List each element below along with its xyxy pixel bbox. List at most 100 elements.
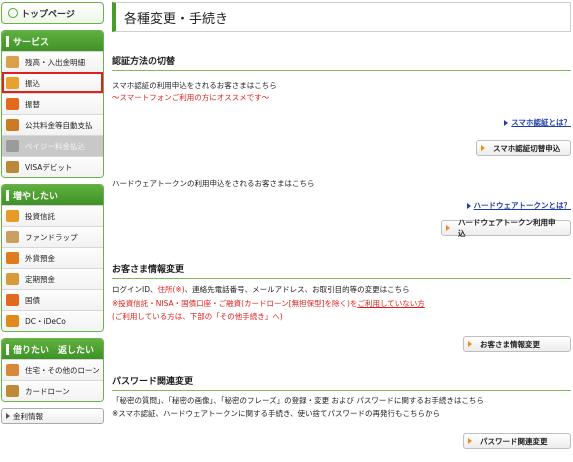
auth-heading: 認証方法の切替 xyxy=(112,54,571,71)
sidebar-item[interactable]: 振込 xyxy=(2,72,103,93)
sidebar-item[interactable]: VISAデビット xyxy=(2,156,103,177)
bar-chart-icon xyxy=(6,210,19,222)
sidebar-item-label: 投資信託 xyxy=(25,211,55,221)
password-change-label: パスワード関連変更 xyxy=(480,436,548,446)
sidebar-sections: サービス残高・入出金明細 振込振替公共料金等自動支払 ペイジー料金払込 VISAデビッ… xyxy=(1,30,104,402)
sidebar-section-title: 増やしたい xyxy=(13,191,59,202)
sidebar-item[interactable]: 国債 xyxy=(2,289,103,310)
sidebar-item[interactable]: 定期預金 xyxy=(2,268,103,289)
smartphone-auth-button-row: スマホ認証切替申込 xyxy=(112,140,571,156)
sidebar-item[interactable]: カードローン xyxy=(2,380,103,401)
sidebar-item[interactable]: 振替 xyxy=(2,93,103,114)
sidebar: トップページ サービス残高・入出金明細 振込振替公共料金等自動支払 ペイジー料金払込… xyxy=(1,2,104,424)
bond-icon xyxy=(6,294,19,306)
customer-line-1b: 住所(※) xyxy=(157,285,185,294)
customer-heading: お客さま情報変更 xyxy=(112,262,571,279)
page-title: 各種変更・手続き xyxy=(112,2,571,32)
link-arrow-icon xyxy=(504,119,509,126)
customer-line-1a: ログインID、 xyxy=(112,285,158,294)
sidebar-item[interactable]: ファンドラップ xyxy=(2,226,103,247)
smartphone-auth-apply-label: スマホ認証切替申込 xyxy=(493,143,561,153)
sidebar-item[interactable]: 残高・入出金明細 xyxy=(2,51,103,72)
section-marker-icon xyxy=(6,35,9,47)
password-change-button[interactable]: パスワード関連変更 xyxy=(463,433,571,449)
faucet-icon xyxy=(6,119,19,131)
auth-line-1: スマホ認証の利用申込をされるお客さまはこちら xyxy=(112,81,277,90)
sidebar-section: 増やしたい投資信託ファンドラップ 外貨預金定期預金国債 DC・iDeCo xyxy=(1,184,104,332)
sidebar-item-label: ペイジー料金払込 xyxy=(25,141,85,151)
auth-line-3: ハードウェアトークンの利用申込をされるお客さまはこちら xyxy=(112,179,315,188)
sidebar-section: 借りたい 返したい住宅・その他のローンカードローン xyxy=(1,338,104,402)
top-page-label: トップページ xyxy=(21,9,75,20)
password-line-1: 「秘密の質問」、「秘密の画像」、「秘密のフレーズ」の登録・変更 および パスワー… xyxy=(112,396,484,405)
card-icon xyxy=(6,161,19,173)
section-marker-icon xyxy=(6,343,9,355)
dollar-icon xyxy=(6,252,19,264)
sidebar-item[interactable]: DC・iDeCo xyxy=(2,310,103,331)
smartphone-auth-apply-button[interactable]: スマホ認証切替申込 xyxy=(476,140,571,156)
sidebar-section-title: 借りたい 返したい xyxy=(13,345,95,356)
top-page-button[interactable]: トップページ xyxy=(1,2,104,24)
button-arrow-icon xyxy=(446,225,450,231)
sidebar-section-header: 増やしたい xyxy=(2,185,103,205)
sidebar-item-label: VISAデビット xyxy=(25,162,73,172)
sidebar-item-label: 振替 xyxy=(25,99,40,109)
auth-section: 認証方法の切替 xyxy=(112,54,571,71)
sidebar-section-header: 借りたい 返したい xyxy=(2,339,103,359)
customer-line-1: ログインID、住所(※)、連絡先電話番号、メールアドレス、お取引目的等の変更はこ… xyxy=(112,284,571,295)
arrow-right-icon xyxy=(6,413,10,419)
password-heading: パスワード関連変更 xyxy=(112,374,571,391)
sidebar-item-label: 公共料金等自動支払 xyxy=(25,120,93,130)
sidebar-item-label: 振込 xyxy=(25,78,40,88)
button-arrow-icon xyxy=(468,341,472,347)
sidebar-item-label: 住宅・その他のローン xyxy=(25,365,100,375)
customer-button-row: お客さま情報変更 xyxy=(112,336,571,352)
document-icon xyxy=(6,231,19,243)
button-arrow-icon xyxy=(481,145,485,151)
hardware-token-apply-button[interactable]: ハードウェアトークン利用申込 xyxy=(441,218,571,238)
customer-info-change-button[interactable]: お客さま情報変更 xyxy=(463,336,571,352)
loan-card-icon xyxy=(6,385,19,397)
section-marker-icon xyxy=(6,189,9,201)
coin-bag-icon xyxy=(6,56,19,68)
customer-line-1c: 、連絡先電話番号、メールアドレス、お取引目的等の変更はこちら xyxy=(184,285,410,294)
button-arrow-icon xyxy=(468,438,472,444)
interest-rates-link[interactable]: 金利情報 xyxy=(1,408,104,424)
pie-chart-icon xyxy=(6,315,19,327)
page-title-text: 各種変更・手続き xyxy=(124,11,229,27)
sidebar-item-label: DC・iDeCo xyxy=(25,316,66,326)
customer-line-3: (ご利用している方は、下部の「その他手続き」へ) xyxy=(112,312,283,321)
smartphone-auth-link[interactable]: スマホ認証とは？ xyxy=(511,117,571,128)
sidebar-item[interactable]: 投資信託 xyxy=(2,205,103,226)
auth-line-2: ～スマートフォンご利用の方にオススメです～ xyxy=(112,93,270,102)
sidebar-item-label: ファンドラップ xyxy=(25,232,78,242)
sidebar-item[interactable]: 住宅・その他のローン xyxy=(2,359,103,380)
sidebar-section-title: サービス xyxy=(13,37,50,48)
sidebar-item-label: 国債 xyxy=(25,295,40,305)
password-line-2: ※スマホ認証、ハードウェアトークンに関する手続き、使い捨てパスワードの再発行もこ… xyxy=(112,409,441,418)
sidebar-item-label: 残高・入出金明細 xyxy=(25,57,85,67)
house-icon xyxy=(6,364,19,376)
smartphone-auth-link-row: スマホ認証とは？ xyxy=(112,117,571,128)
link-arrow-icon xyxy=(466,202,471,209)
medal-icon xyxy=(6,273,19,285)
hardware-token-link[interactable]: ハードウェアトークンとは？ xyxy=(474,200,572,211)
sidebar-item-label: 定期預金 xyxy=(25,274,55,284)
sidebar-item[interactable]: 外貨預金 xyxy=(2,247,103,268)
customer-info-change-label: お客さま情報変更 xyxy=(480,339,540,349)
interest-rates-label: 金利情報 xyxy=(13,411,43,421)
exchange-icon xyxy=(6,98,19,110)
sidebar-item: ペイジー料金払込 xyxy=(2,135,103,156)
sidebar-item-label: 外貨預金 xyxy=(25,253,55,263)
home-circle-icon xyxy=(8,8,18,18)
hardware-token-button-row: ハードウェアトークン利用申込 xyxy=(112,218,571,238)
main-content: 各種変更・手続き 認証方法の切替 スマホ認証の利用申込をされるお客さまはこちら … xyxy=(112,2,571,449)
transfer-icon xyxy=(6,77,19,89)
sidebar-item[interactable]: 公共料金等自動支払 xyxy=(2,114,103,135)
pay-easy-icon xyxy=(6,140,19,152)
hardware-token-link-row: ハードウェアトークンとは？ xyxy=(112,200,571,211)
customer-line-2b: ご利用していない方 xyxy=(357,299,425,308)
customer-line-2: ※投資信託・NISA・国債口座・ご融資(カードローン[無担保型]を除く)をご利用… xyxy=(112,298,571,309)
sidebar-section: サービス残高・入出金明細 振込振替公共料金等自動支払 ペイジー料金払込 VISAデビッ… xyxy=(1,30,104,178)
password-button-row: パスワード関連変更 xyxy=(112,433,571,449)
